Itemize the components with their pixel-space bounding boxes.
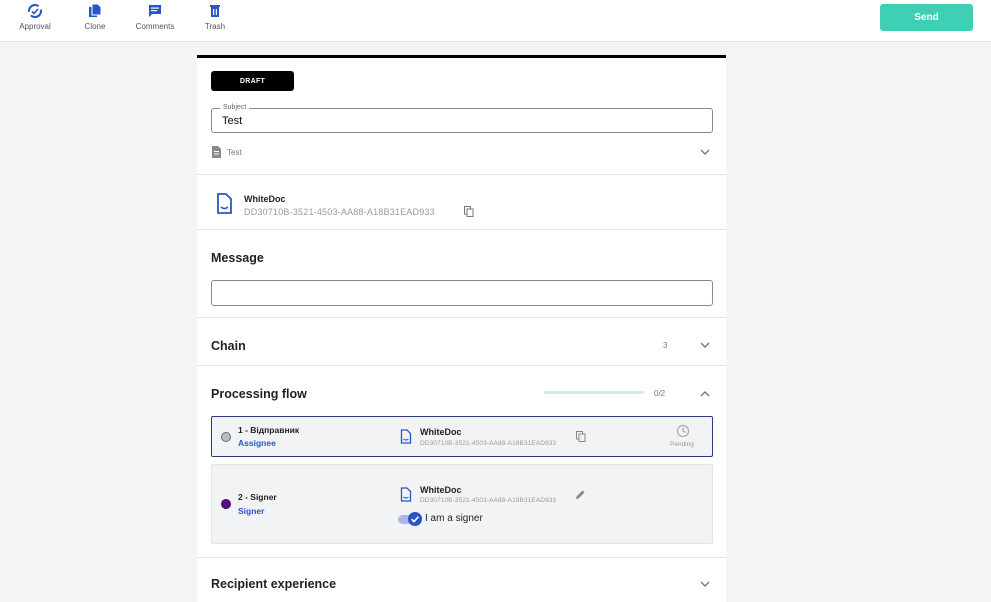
processing-progress-bar [544, 391, 644, 394]
top-toolbar: Approval Clone Comments Trash Send [0, 0, 991, 42]
document-icon [400, 429, 412, 444]
flow-step-2[interactable]: 2 - Signer Signer WhiteDoc DD30710B-3521… [211, 464, 713, 544]
clone-label: Clone [84, 22, 106, 31]
subject-field[interactable]: Subject Test [211, 103, 713, 133]
comments-label: Comments [135, 22, 175, 31]
chain-title[interactable]: Chain [211, 339, 246, 353]
divider [197, 557, 726, 558]
subject-value: Test [222, 115, 243, 127]
edit-pencil-icon[interactable] [575, 489, 586, 500]
file-row: Test [211, 146, 242, 158]
recipient-experience-title[interactable]: Recipient experience [211, 577, 336, 591]
chevron-down-icon[interactable] [700, 342, 710, 349]
approval-label: Approval [19, 22, 51, 31]
clock-icon [676, 424, 690, 438]
toggle-label: I am a signer [425, 513, 483, 524]
step-status-label: Pending [670, 441, 694, 448]
comments-icon [149, 5, 161, 17]
check-icon [410, 516, 420, 523]
step-status-dot [221, 432, 231, 442]
processing-flow-title[interactable]: Processing flow [211, 387, 307, 401]
send-button[interactable]: Send [880, 4, 973, 31]
step-role-link[interactable]: Assignee [238, 438, 276, 448]
file-icon [212, 146, 221, 158]
copy-icon[interactable] [576, 431, 586, 442]
chain-count: 3 [663, 341, 668, 350]
chevron-up-icon[interactable] [700, 390, 710, 397]
document-id: DD30710B-3521-4503-AA88-A18B31EAD933 [244, 207, 435, 217]
message-input[interactable] [211, 280, 713, 306]
divider [197, 317, 726, 318]
status-badge: DRAFT [211, 71, 294, 91]
subject-label: Subject [220, 103, 250, 113]
step-document-id: DD30710B-3521-4503-AA88-A18B31EAD933 [420, 497, 557, 504]
step-role-link[interactable]: Signer [238, 506, 264, 516]
chevron-down-icon[interactable] [700, 149, 710, 156]
divider [197, 174, 726, 175]
copy-icon[interactable] [464, 206, 474, 217]
step-document-name: WhiteDoc [420, 427, 462, 437]
document-card: DRAFT Subject Test Test WhiteDoc DD30710… [197, 55, 726, 602]
document-name: WhiteDoc [244, 194, 286, 204]
message-title: Message [211, 251, 264, 265]
approval-sync-icon [28, 4, 42, 18]
step-document-name: WhiteDoc [420, 485, 462, 495]
divider [197, 229, 726, 230]
flow-step-1[interactable]: 1 - Відправник Assignee WhiteDoc DD30710… [211, 416, 713, 457]
clone-button[interactable]: Clone [65, 3, 125, 31]
progress-count: 0/2 [654, 389, 666, 398]
approval-button[interactable]: Approval [5, 3, 65, 31]
step-label: 2 - Signer [238, 492, 277, 502]
toggle-knob [408, 512, 422, 526]
chevron-down-icon[interactable] [700, 581, 710, 588]
trash-button[interactable]: Trash [185, 3, 245, 31]
i-am-signer-toggle[interactable] [398, 512, 422, 526]
step-status-dot [221, 499, 231, 509]
trash-icon [210, 5, 220, 17]
document-icon [400, 487, 412, 502]
divider [197, 365, 726, 366]
step-document-id: DD30710B-3521-4503-AA88-A18B31EAD933 [420, 440, 557, 447]
clone-icon [89, 3, 102, 17]
file-name: Test [227, 147, 242, 157]
step-label: 1 - Відправник [238, 425, 300, 435]
document-icon [217, 193, 232, 214]
comments-button[interactable]: Comments [125, 3, 185, 31]
trash-label: Trash [204, 22, 226, 31]
